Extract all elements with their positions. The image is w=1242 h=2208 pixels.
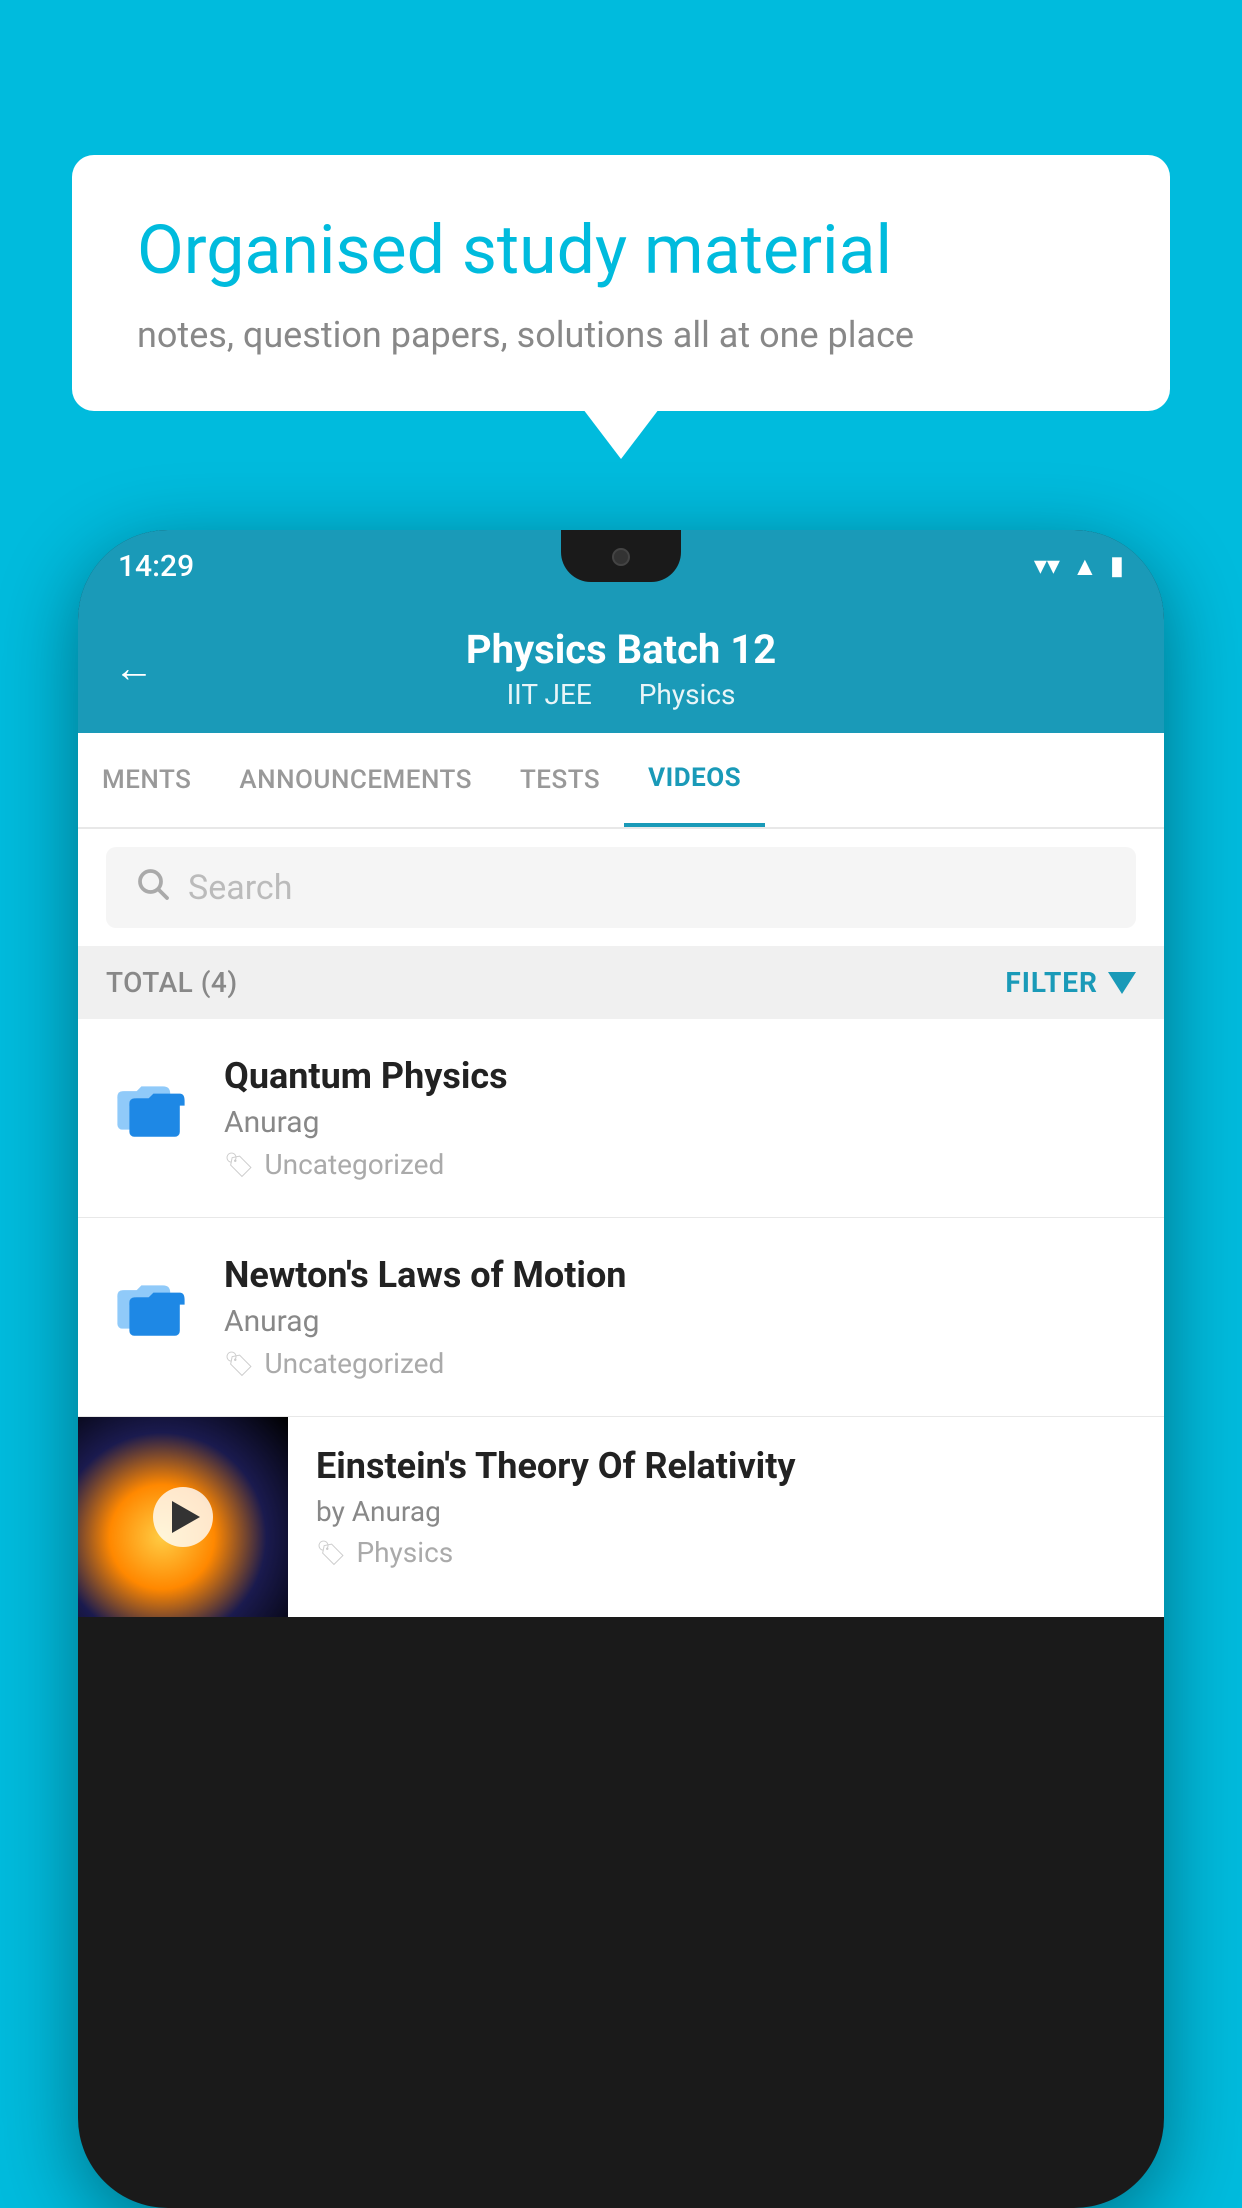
thumbnail-bg: [78, 1417, 288, 1617]
item-tag-2: 🏷 Uncategorized: [224, 1347, 1136, 1380]
speech-bubble: Organised study material notes, question…: [72, 155, 1170, 411]
search-icon: [134, 865, 170, 910]
tab-announcements[interactable]: ANNOUNCEMENTS: [215, 735, 496, 825]
list-item[interactable]: Quantum Physics Anurag 🏷 Uncategorized: [78, 1019, 1164, 1218]
header-subtitle-iitjee: IIT JEE: [507, 678, 592, 711]
list-item-thumbnail[interactable]: Einstein's Theory Of Relativity by Anura…: [78, 1417, 1164, 1617]
content-area: Quantum Physics Anurag 🏷 Uncategorized: [78, 1019, 1164, 1617]
app-header: ← Physics Batch 12 IIT JEE Physics: [78, 602, 1164, 733]
item-tag-1: 🏷 Uncategorized: [224, 1148, 1136, 1181]
filter-label: FILTER: [1005, 966, 1098, 999]
bubble-title: Organised study material: [137, 210, 1105, 292]
folder-icon-2: [115, 1271, 187, 1343]
folder-icon-wrapper-1: [106, 1063, 196, 1153]
list-item[interactable]: Newton's Laws of Motion Anurag 🏷 Uncateg…: [78, 1218, 1164, 1417]
filter-button[interactable]: FILTER: [1005, 966, 1136, 999]
play-button[interactable]: [153, 1487, 213, 1547]
item-info-2: Newton's Laws of Motion Anurag 🏷 Uncateg…: [224, 1254, 1136, 1380]
item-info-1: Quantum Physics Anurag 🏷 Uncategorized: [224, 1055, 1136, 1181]
battery-icon: ▮: [1110, 551, 1124, 581]
front-camera: [612, 548, 630, 566]
tag-text-3: Physics: [356, 1536, 453, 1569]
item-title-1: Quantum Physics: [224, 1055, 1136, 1097]
item-author-2: Anurag: [224, 1304, 1136, 1339]
thumbnail-wrapper: [78, 1417, 288, 1617]
search-input-placeholder[interactable]: Search: [188, 868, 292, 908]
thumbnail-info: Einstein's Theory Of Relativity by Anura…: [288, 1417, 1164, 1597]
wifi-icon: ▾▾: [1034, 551, 1060, 581]
total-count: TOTAL (4): [106, 966, 238, 999]
filter-bar: TOTAL (4) FILTER: [78, 946, 1164, 1019]
folder-icon-wrapper-2: [106, 1262, 196, 1352]
bubble-subtitle: notes, question papers, solutions all at…: [137, 314, 1105, 356]
thumbnail-tag: 🏷 Physics: [316, 1536, 1136, 1569]
tag-icon-1: 🏷: [224, 1151, 254, 1179]
phone-frame: 14:29 ▾▾ ▲ ▮ ← Physics Batch 12 IIT JEE …: [78, 530, 1164, 2208]
status-time: 14:29: [118, 549, 194, 584]
header-subtitle-physics: Physics: [639, 678, 736, 711]
header-title: Physics Batch 12: [114, 626, 1128, 674]
tag-text-2: Uncategorized: [264, 1347, 444, 1380]
play-icon: [172, 1501, 200, 1533]
header-subtitle: IIT JEE Physics: [114, 678, 1128, 711]
search-container: Search: [78, 829, 1164, 946]
phone-notch: [561, 530, 681, 582]
tab-videos[interactable]: VIDEOS: [624, 733, 765, 827]
item-title-2: Newton's Laws of Motion: [224, 1254, 1136, 1296]
tabs-bar: MENTS ANNOUNCEMENTS TESTS VIDEOS: [78, 733, 1164, 829]
filter-icon: [1108, 972, 1136, 994]
tag-text-1: Uncategorized: [264, 1148, 444, 1181]
back-button[interactable]: ←: [114, 644, 154, 691]
tab-ments[interactable]: MENTS: [78, 735, 215, 825]
thumbnail-title: Einstein's Theory Of Relativity: [316, 1445, 1136, 1487]
tag-icon-3: 🏷: [316, 1539, 346, 1567]
tab-tests[interactable]: TESTS: [496, 735, 624, 825]
tag-icon-2: 🏷: [224, 1350, 254, 1378]
thumbnail-author: by Anurag: [316, 1495, 1136, 1528]
item-author-1: Anurag: [224, 1105, 1136, 1140]
signal-icon: ▲: [1072, 551, 1098, 582]
search-box[interactable]: Search: [106, 847, 1136, 928]
speech-bubble-container: Organised study material notes, question…: [72, 155, 1170, 411]
status-icons: ▾▾ ▲ ▮: [1034, 551, 1124, 582]
folder-icon-1: [115, 1072, 187, 1144]
status-bar: 14:29 ▾▾ ▲ ▮: [78, 530, 1164, 602]
